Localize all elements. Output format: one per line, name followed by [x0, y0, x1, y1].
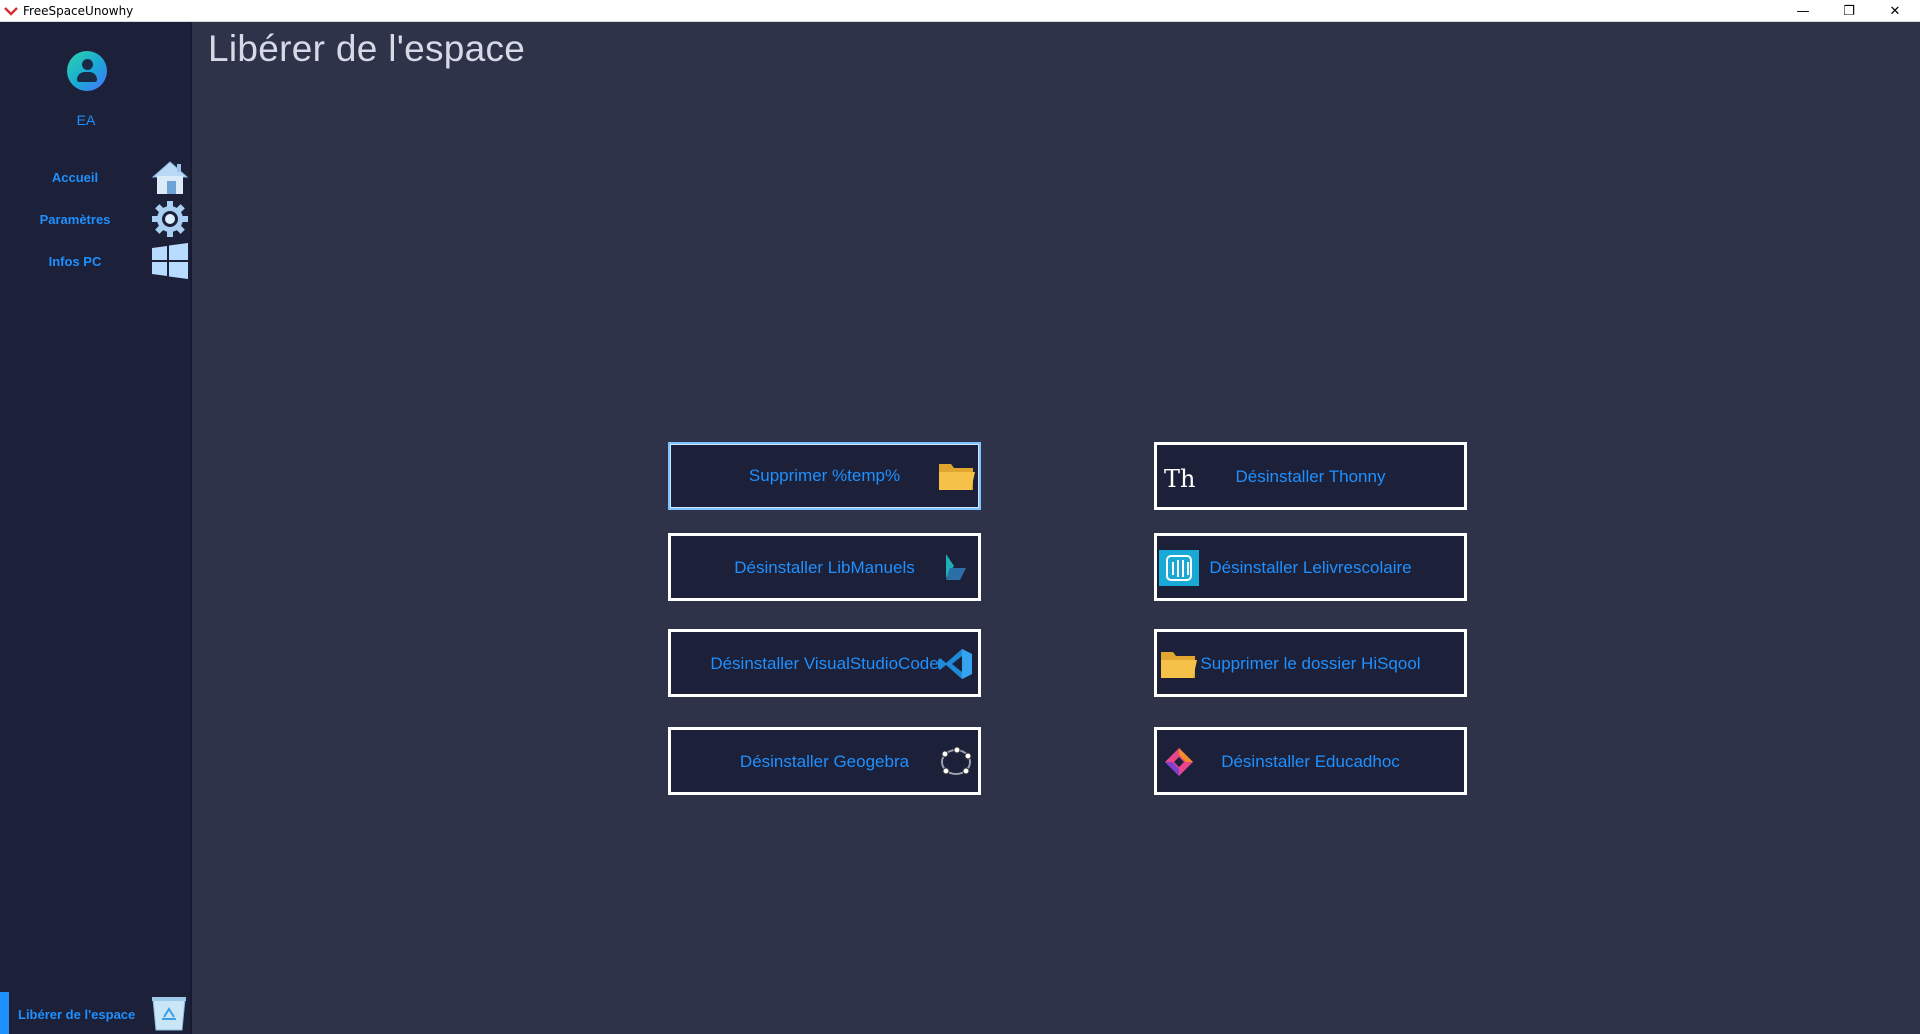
- delete-hisqool-folder-label: Supprimer le dossier HiSqool: [1200, 654, 1421, 673]
- home-icon: [151, 161, 189, 194]
- delete-temp-button[interactable]: Supprimer %temp%: [668, 442, 981, 510]
- sidebar-item-label: Paramètres: [39, 212, 111, 227]
- delete-temp-label: Supprimer %temp%: [748, 466, 901, 485]
- title-bar: FreeSpaceUnowhy — ❐ ✕: [0, 0, 1920, 22]
- vscode-icon: [938, 649, 972, 679]
- uninstall-educadhoc-button[interactable]: Désinstaller Educadhoc: [1154, 727, 1467, 795]
- uninstall-lelivrescolaire-button[interactable]: Désinstaller Lelivrescolaire: [1154, 533, 1467, 601]
- restore-button[interactable]: ❐: [1826, 0, 1872, 22]
- window-title: FreeSpaceUnowhy: [23, 4, 134, 18]
- active-indicator: [0, 992, 9, 1034]
- sidebar-item-accueil[interactable]: Accueil: [0, 158, 192, 196]
- sidebar-item-infos-pc[interactable]: Infos PC: [0, 242, 192, 280]
- avatar-body: [77, 72, 97, 82]
- windows-icon: [152, 243, 188, 279]
- geogebra-icon: [941, 746, 972, 775]
- sidebar: EA Accueil Paramètres Infos PC Libérer d…: [0, 22, 192, 1034]
- uninstall-vscode-button[interactable]: Désinstaller VisualStudioCode: [668, 629, 981, 697]
- sidebar-item-label: Infos PC: [48, 254, 102, 269]
- sidebar-item-label: Accueil: [51, 170, 99, 185]
- uninstall-geogebra-label: Désinstaller Geogebra: [739, 752, 910, 771]
- page-title: Libérer de l'espace: [208, 28, 526, 69]
- libmanuels-icon: [946, 554, 966, 580]
- user-avatar-icon[interactable]: [67, 51, 107, 91]
- app-logo-icon: [4, 7, 18, 16]
- recycle-bin-icon: [152, 997, 186, 1031]
- avatar-head: [82, 59, 93, 70]
- sidebar-item-liberer-espace[interactable]: Libérer de l'espace: [0, 992, 190, 1034]
- uninstall-educadhoc-label: Désinstaller Educadhoc: [1221, 752, 1400, 771]
- uninstall-thonny-button[interactable]: Th Désinstaller Thonny: [1154, 442, 1467, 510]
- minimize-button[interactable]: —: [1780, 0, 1826, 22]
- uninstall-geogebra-button[interactable]: Désinstaller Geogebra: [668, 727, 981, 795]
- gear-icon: [152, 201, 188, 237]
- delete-hisqool-folder-button[interactable]: Supprimer le dossier HiSqool: [1154, 629, 1467, 697]
- close-button[interactable]: ✕: [1872, 0, 1918, 22]
- user-initials: EA: [76, 112, 96, 128]
- uninstall-vscode-label: Désinstaller VisualStudioCode: [710, 654, 939, 673]
- sidebar-item-label: Libérer de l'espace: [18, 1007, 136, 1022]
- uninstall-thonny-label: Désinstaller Thonny: [1235, 467, 1386, 486]
- uninstall-libmanuels-label: Désinstaller LibManuels: [734, 558, 915, 577]
- sidebar-item-parametres[interactable]: Paramètres: [0, 200, 192, 238]
- uninstall-libmanuels-button[interactable]: Désinstaller LibManuels: [668, 533, 981, 601]
- folder-icon: [939, 464, 975, 490]
- uninstall-lelivrescolaire-label: Désinstaller Lelivrescolaire: [1209, 558, 1412, 577]
